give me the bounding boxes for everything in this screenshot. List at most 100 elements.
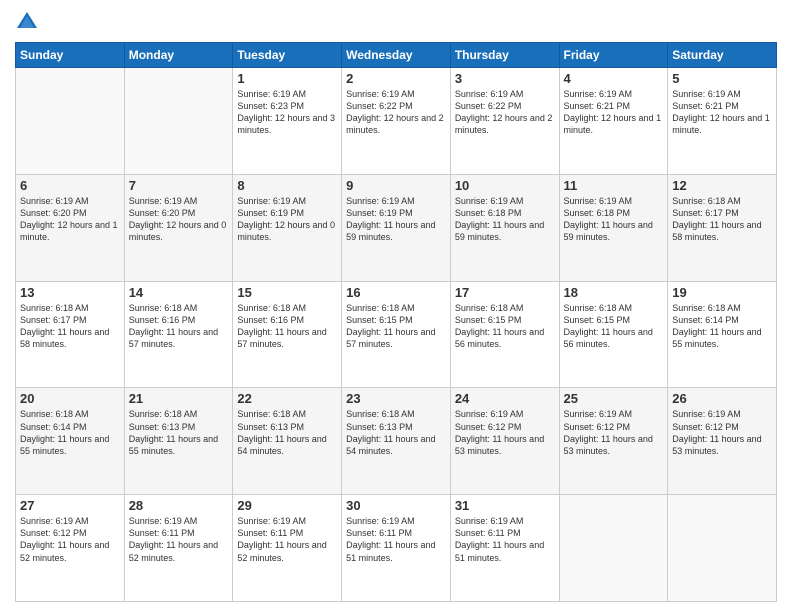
day-info: Sunrise: 6:18 AM Sunset: 6:14 PM Dayligh… bbox=[672, 302, 772, 351]
calendar-cell: 3 Sunrise: 6:19 AM Sunset: 6:22 PM Daylig… bbox=[450, 68, 559, 175]
calendar-cell: 14 Sunrise: 6:18 AM Sunset: 6:16 PM Dayli… bbox=[124, 281, 233, 388]
calendar-cell: 22 Sunrise: 6:18 AM Sunset: 6:13 PM Dayli… bbox=[233, 388, 342, 495]
calendar-cell: 18 Sunrise: 6:18 AM Sunset: 6:15 PM Dayli… bbox=[559, 281, 668, 388]
calendar-cell: 29 Sunrise: 6:19 AM Sunset: 6:11 PM Dayli… bbox=[233, 495, 342, 602]
day-number: 28 bbox=[129, 498, 229, 513]
calendar-header-row: SundayMondayTuesdayWednesdayThursdayFrid… bbox=[16, 43, 777, 68]
calendar-cell: 9 Sunrise: 6:19 AM Sunset: 6:19 PM Daylig… bbox=[342, 174, 451, 281]
day-info: Sunrise: 6:19 AM Sunset: 6:22 PM Dayligh… bbox=[346, 88, 446, 137]
day-number: 30 bbox=[346, 498, 446, 513]
day-info: Sunrise: 6:18 AM Sunset: 6:15 PM Dayligh… bbox=[346, 302, 446, 351]
calendar-cell: 6 Sunrise: 6:19 AM Sunset: 6:20 PM Daylig… bbox=[16, 174, 125, 281]
day-number: 16 bbox=[346, 285, 446, 300]
calendar-cell: 13 Sunrise: 6:18 AM Sunset: 6:17 PM Dayli… bbox=[16, 281, 125, 388]
day-info: Sunrise: 6:18 AM Sunset: 6:16 PM Dayligh… bbox=[237, 302, 337, 351]
day-number: 5 bbox=[672, 71, 772, 86]
calendar-cell: 4Sunrise: 6:19 AM Sunset: 6:21 PM Daylig… bbox=[559, 68, 668, 175]
calendar-table: SundayMondayTuesdayWednesdayThursdayFrid… bbox=[15, 42, 777, 602]
calendar-cell: 16 Sunrise: 6:18 AM Sunset: 6:15 PM Dayli… bbox=[342, 281, 451, 388]
day-info: Sunrise: 6:19 AM Sunset: 6:18 PM Dayligh… bbox=[564, 195, 664, 244]
day-info: Sunrise: 6:19 AM Sunset: 6:18 PM Dayligh… bbox=[455, 195, 555, 244]
day-info: Sunrise: 6:19 AM Sunset: 6:19 PM Dayligh… bbox=[346, 195, 446, 244]
day-number: 19 bbox=[672, 285, 772, 300]
day-info: Sunrise: 6:18 AM Sunset: 6:17 PM Dayligh… bbox=[672, 195, 772, 244]
logo bbox=[15, 10, 43, 34]
day-info: Sunrise: 6:19 AM Sunset: 6:12 PM Dayligh… bbox=[672, 408, 772, 457]
day-number: 13 bbox=[20, 285, 120, 300]
calendar-cell: 24 Sunrise: 6:19 AM Sunset: 6:12 PM Dayli… bbox=[450, 388, 559, 495]
day-number: 8 bbox=[237, 178, 337, 193]
day-info: Sunrise: 6:19 AM Sunset: 6:19 PM Dayligh… bbox=[237, 195, 337, 244]
calendar-cell: 31 Sunrise: 6:19 AM Sunset: 6:11 PM Dayli… bbox=[450, 495, 559, 602]
week-row-2: 6 Sunrise: 6:19 AM Sunset: 6:20 PM Daylig… bbox=[16, 174, 777, 281]
calendar-cell bbox=[124, 68, 233, 175]
calendar-cell bbox=[559, 495, 668, 602]
week-row-3: 13 Sunrise: 6:18 AM Sunset: 6:17 PM Dayli… bbox=[16, 281, 777, 388]
day-info: Sunrise: 6:19 AM Sunset: 6:11 PM Dayligh… bbox=[237, 515, 337, 564]
calendar-cell: 8 Sunrise: 6:19 AM Sunset: 6:19 PM Daylig… bbox=[233, 174, 342, 281]
day-info: Sunrise: 6:19 AM Sunset: 6:12 PM Dayligh… bbox=[455, 408, 555, 457]
calendar-cell: 21Sunrise: 6:18 AM Sunset: 6:13 PM Dayli… bbox=[124, 388, 233, 495]
col-header-friday: Friday bbox=[559, 43, 668, 68]
calendar-cell: 7 Sunrise: 6:19 AM Sunset: 6:20 PM Daylig… bbox=[124, 174, 233, 281]
day-info: Sunrise: 6:19 AM Sunset: 6:22 PM Dayligh… bbox=[455, 88, 555, 137]
day-number: 18 bbox=[564, 285, 664, 300]
week-row-1: 1 Sunrise: 6:19 AM Sunset: 6:23 PM Daylig… bbox=[16, 68, 777, 175]
day-number: 4 bbox=[564, 71, 664, 86]
day-info: Sunrise: 6:19 AM Sunset: 6:11 PM Dayligh… bbox=[455, 515, 555, 564]
day-info: Sunrise: 6:18 AM Sunset: 6:16 PM Dayligh… bbox=[129, 302, 229, 351]
day-number: 2 bbox=[346, 71, 446, 86]
week-row-5: 27Sunrise: 6:19 AM Sunset: 6:12 PM Dayli… bbox=[16, 495, 777, 602]
day-info: Sunrise: 6:19 AM Sunset: 6:12 PM Dayligh… bbox=[564, 408, 664, 457]
day-info: Sunrise: 6:18 AM Sunset: 6:13 PM Dayligh… bbox=[237, 408, 337, 457]
col-header-monday: Monday bbox=[124, 43, 233, 68]
day-number: 6 bbox=[20, 178, 120, 193]
day-info: Sunrise: 6:19 AM Sunset: 6:23 PM Dayligh… bbox=[237, 88, 337, 137]
page: SundayMondayTuesdayWednesdayThursdayFrid… bbox=[0, 0, 792, 612]
day-info: Sunrise: 6:19 AM Sunset: 6:20 PM Dayligh… bbox=[129, 195, 229, 244]
calendar-cell: 11 Sunrise: 6:19 AM Sunset: 6:18 PM Dayli… bbox=[559, 174, 668, 281]
calendar-cell: 1 Sunrise: 6:19 AM Sunset: 6:23 PM Daylig… bbox=[233, 68, 342, 175]
calendar-cell: 25Sunrise: 6:19 AM Sunset: 6:12 PM Dayli… bbox=[559, 388, 668, 495]
day-number: 1 bbox=[237, 71, 337, 86]
day-number: 15 bbox=[237, 285, 337, 300]
day-number: 24 bbox=[455, 391, 555, 406]
col-header-wednesday: Wednesday bbox=[342, 43, 451, 68]
col-header-tuesday: Tuesday bbox=[233, 43, 342, 68]
calendar-cell: 2 Sunrise: 6:19 AM Sunset: 6:22 PM Daylig… bbox=[342, 68, 451, 175]
calendar-cell bbox=[16, 68, 125, 175]
day-number: 31 bbox=[455, 498, 555, 513]
calendar-cell: 23 Sunrise: 6:18 AM Sunset: 6:13 PM Dayli… bbox=[342, 388, 451, 495]
calendar-cell: 17Sunrise: 6:18 AM Sunset: 6:15 PM Dayli… bbox=[450, 281, 559, 388]
day-number: 22 bbox=[237, 391, 337, 406]
calendar-cell: 27Sunrise: 6:19 AM Sunset: 6:12 PM Dayli… bbox=[16, 495, 125, 602]
calendar-cell: 15 Sunrise: 6:18 AM Sunset: 6:16 PM Dayli… bbox=[233, 281, 342, 388]
col-header-saturday: Saturday bbox=[668, 43, 777, 68]
day-number: 7 bbox=[129, 178, 229, 193]
day-info: Sunrise: 6:18 AM Sunset: 6:14 PM Dayligh… bbox=[20, 408, 120, 457]
col-header-thursday: Thursday bbox=[450, 43, 559, 68]
day-info: Sunrise: 6:18 AM Sunset: 6:13 PM Dayligh… bbox=[129, 408, 229, 457]
day-number: 10 bbox=[455, 178, 555, 193]
calendar-cell: 19 Sunrise: 6:18 AM Sunset: 6:14 PM Dayli… bbox=[668, 281, 777, 388]
day-number: 11 bbox=[564, 178, 664, 193]
calendar-cell: 28 Sunrise: 6:19 AM Sunset: 6:11 PM Dayli… bbox=[124, 495, 233, 602]
day-info: Sunrise: 6:19 AM Sunset: 6:11 PM Dayligh… bbox=[129, 515, 229, 564]
calendar-cell: 10 Sunrise: 6:19 AM Sunset: 6:18 PM Dayli… bbox=[450, 174, 559, 281]
day-number: 9 bbox=[346, 178, 446, 193]
day-info: Sunrise: 6:19 AM Sunset: 6:20 PM Dayligh… bbox=[20, 195, 120, 244]
calendar-cell: 20Sunrise: 6:18 AM Sunset: 6:14 PM Dayli… bbox=[16, 388, 125, 495]
day-number: 17 bbox=[455, 285, 555, 300]
calendar-cell bbox=[668, 495, 777, 602]
calendar-cell: 30Sunrise: 6:19 AM Sunset: 6:11 PM Dayli… bbox=[342, 495, 451, 602]
day-info: Sunrise: 6:19 AM Sunset: 6:12 PM Dayligh… bbox=[20, 515, 120, 564]
day-info: Sunrise: 6:18 AM Sunset: 6:15 PM Dayligh… bbox=[564, 302, 664, 351]
day-number: 14 bbox=[129, 285, 229, 300]
day-info: Sunrise: 6:18 AM Sunset: 6:13 PM Dayligh… bbox=[346, 408, 446, 457]
day-number: 3 bbox=[455, 71, 555, 86]
calendar-cell: 5Sunrise: 6:19 AM Sunset: 6:21 PM Daylig… bbox=[668, 68, 777, 175]
day-number: 29 bbox=[237, 498, 337, 513]
day-number: 23 bbox=[346, 391, 446, 406]
day-info: Sunrise: 6:18 AM Sunset: 6:17 PM Dayligh… bbox=[20, 302, 120, 351]
calendar-cell: 12Sunrise: 6:18 AM Sunset: 6:17 PM Dayli… bbox=[668, 174, 777, 281]
